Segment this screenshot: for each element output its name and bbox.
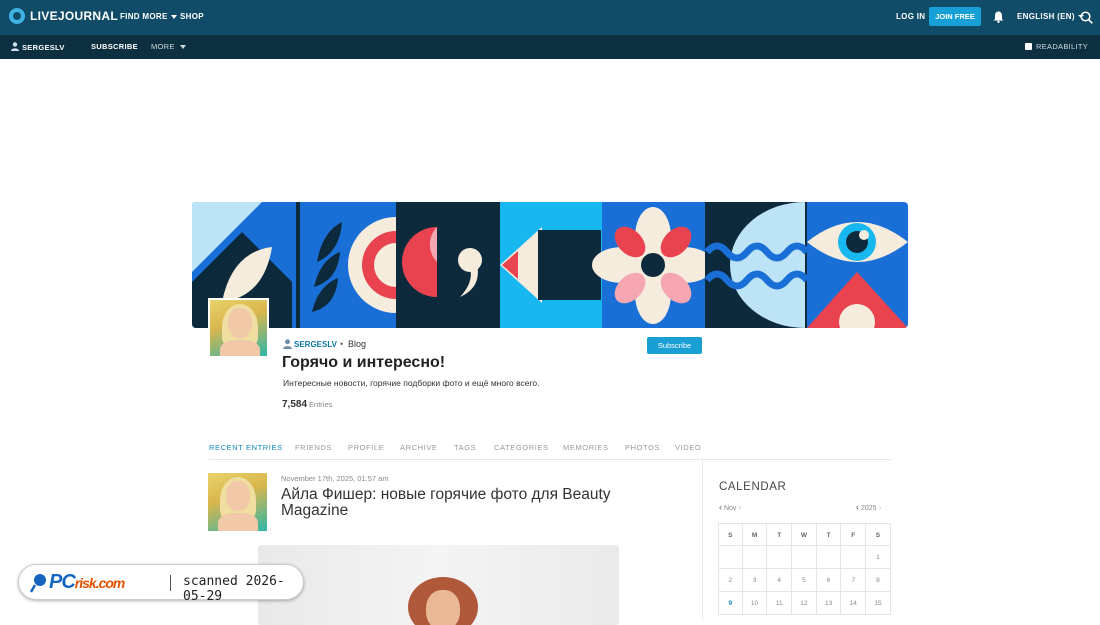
calendar-year-nav[interactable]: ‹ 2025 ›	[856, 502, 881, 512]
post-title[interactable]: Айла Фишер: новые горячие фото для Beaut…	[281, 487, 641, 519]
chevron-right-icon[interactable]: ›	[878, 502, 881, 512]
login-link[interactable]: LOG IN	[896, 12, 925, 21]
journal-bar: SERGESLV SUBSCRIBE MORE READABILITY	[0, 35, 1100, 59]
owner-username: SERGESLV	[294, 339, 337, 349]
watermark-separator	[170, 575, 171, 591]
entries-number: 7,584	[282, 399, 308, 410]
calendar-day: 2	[718, 569, 743, 592]
shop-link[interactable]: SHOP	[180, 12, 204, 21]
calendar-day	[743, 546, 768, 569]
journal-type: Blog	[348, 339, 367, 349]
chevron-right-icon[interactable]: ›	[738, 502, 741, 512]
entries-count: 7,584 Entries	[282, 399, 332, 410]
readability-checkbox[interactable]	[1025, 43, 1032, 50]
more-menu[interactable]: MORE	[151, 42, 186, 51]
more-label: MORE	[151, 42, 175, 51]
calendar-weekday-row: S M T W T F S	[718, 523, 891, 547]
calendar-day: 14	[841, 592, 867, 615]
sidebar-divider	[702, 460, 703, 619]
calendar-year: 2025	[860, 505, 877, 512]
calendar-day: 3	[743, 569, 768, 592]
calendar-day	[767, 546, 793, 569]
journal-subtitle: Интересные новости, горячие подборки фот…	[283, 378, 540, 388]
journal-title: Горячо и интересно!	[282, 354, 446, 371]
calendar-day: 6	[817, 569, 842, 592]
weekday-label: F	[841, 524, 867, 547]
chevron-down-icon	[179, 45, 186, 50]
language-label: ENGLISH (EN)	[1017, 12, 1075, 21]
livejournal-logo[interactable]: LIVEJOURNAL	[9, 8, 118, 24]
tab-video[interactable]: VIDEO	[675, 443, 701, 452]
watermark-text: scanned 2026-05-29	[183, 574, 285, 604]
tab-archive[interactable]: ARCHIVE	[400, 443, 438, 452]
weekday-label: S	[718, 524, 743, 547]
top-navigation-bar: LIVEJOURNAL FIND MORE SHOP LOG IN JOIN F…	[0, 0, 1100, 35]
user-icon	[11, 42, 19, 51]
user-icon	[283, 339, 292, 349]
livejournal-logo-icon	[9, 8, 25, 24]
post-image[interactable]	[258, 545, 619, 625]
chevron-down-icon	[170, 14, 177, 19]
calendar-day	[792, 546, 817, 569]
watermark-brand: PCrisk.com	[49, 571, 125, 593]
calendar-day: 5	[792, 569, 817, 592]
search-icon[interactable]	[1080, 11, 1093, 24]
readability-label[interactable]: READABILITY	[1036, 42, 1088, 51]
bell-icon[interactable]	[993, 11, 1004, 23]
language-selector[interactable]: ENGLISH (EN)	[1017, 12, 1084, 21]
tab-categories[interactable]: CATEGORIES	[494, 443, 549, 452]
calendar-week-row: 9 10 11 12 13 14 15	[718, 592, 891, 615]
subscribe-button[interactable]: Subscribe	[647, 337, 702, 354]
subscribe-link[interactable]: SUBSCRIBE	[91, 42, 138, 51]
calendar-month-nav[interactable]: ‹ Nov ›	[719, 502, 741, 512]
calendar-day: 1	[866, 546, 891, 569]
tab-memories[interactable]: MEMORIES	[563, 443, 609, 452]
find-more-label: FIND MORE	[120, 12, 168, 21]
calendar-day: 7	[841, 569, 867, 592]
find-more-menu[interactable]: FIND MORE	[120, 12, 177, 21]
calendar-week-row: 2 3 4 5 6 7 8	[718, 569, 891, 592]
tab-profile[interactable]: PROFILE	[348, 443, 384, 452]
tab-photos[interactable]: PHOTOS	[625, 443, 660, 452]
pcrisk-watermark: PCrisk.com scanned 2026-05-29	[18, 564, 304, 604]
calendar-week-row: 1	[718, 546, 891, 569]
entries-label: Entries	[309, 400, 333, 409]
journal-username: SERGESLV	[22, 43, 65, 52]
journal-avatar[interactable]	[208, 298, 269, 358]
weekday-label: T	[767, 524, 793, 547]
logo-text: LIVEJOURNAL	[30, 9, 118, 23]
weekday-label: W	[792, 524, 817, 547]
weekday-label: S	[866, 524, 891, 547]
tab-tags[interactable]: TAGS	[454, 443, 476, 452]
calendar-grid: S M T W T F S 1 2 3 4 5 6 7 8 9 10 11 12…	[718, 523, 891, 615]
calendar-day	[841, 546, 867, 569]
calendar-title: CALENDAR	[719, 481, 787, 493]
tabs-divider	[209, 459, 891, 460]
calendar-day	[718, 546, 743, 569]
calendar-month: Nov	[723, 505, 737, 512]
magnifier-logo-icon	[30, 574, 46, 593]
journal-header-banner	[192, 202, 908, 328]
calendar-day	[817, 546, 842, 569]
calendar-day: 4	[767, 569, 793, 592]
calendar-day: 13	[817, 592, 842, 615]
journal-user-link[interactable]: SERGESLV	[11, 42, 65, 52]
weekday-label: M	[743, 524, 768, 547]
post-date: November 17th, 2025, 01:57 am	[281, 474, 389, 483]
join-free-button[interactable]: JOIN FREE	[929, 7, 981, 26]
calendar-day: 8	[866, 569, 891, 592]
calendar-day-link[interactable]: 9	[718, 592, 743, 615]
calendar-day: 10	[743, 592, 768, 615]
calendar-day: 15	[866, 592, 891, 615]
calendar-day: 12	[792, 592, 817, 615]
separator-dot: •	[340, 339, 344, 349]
calendar-day: 11	[767, 592, 793, 615]
post-author-avatar[interactable]	[208, 473, 267, 531]
weekday-label: T	[817, 524, 842, 547]
tab-friends[interactable]: FRIENDS	[295, 443, 332, 452]
tab-recent-entries[interactable]: RECENT ENTRIES	[209, 443, 283, 452]
chevron-left-icon[interactable]: ‹	[719, 502, 722, 512]
journal-owner-link[interactable]: SERGESLV	[283, 339, 337, 349]
chevron-left-icon[interactable]: ‹	[856, 502, 859, 512]
